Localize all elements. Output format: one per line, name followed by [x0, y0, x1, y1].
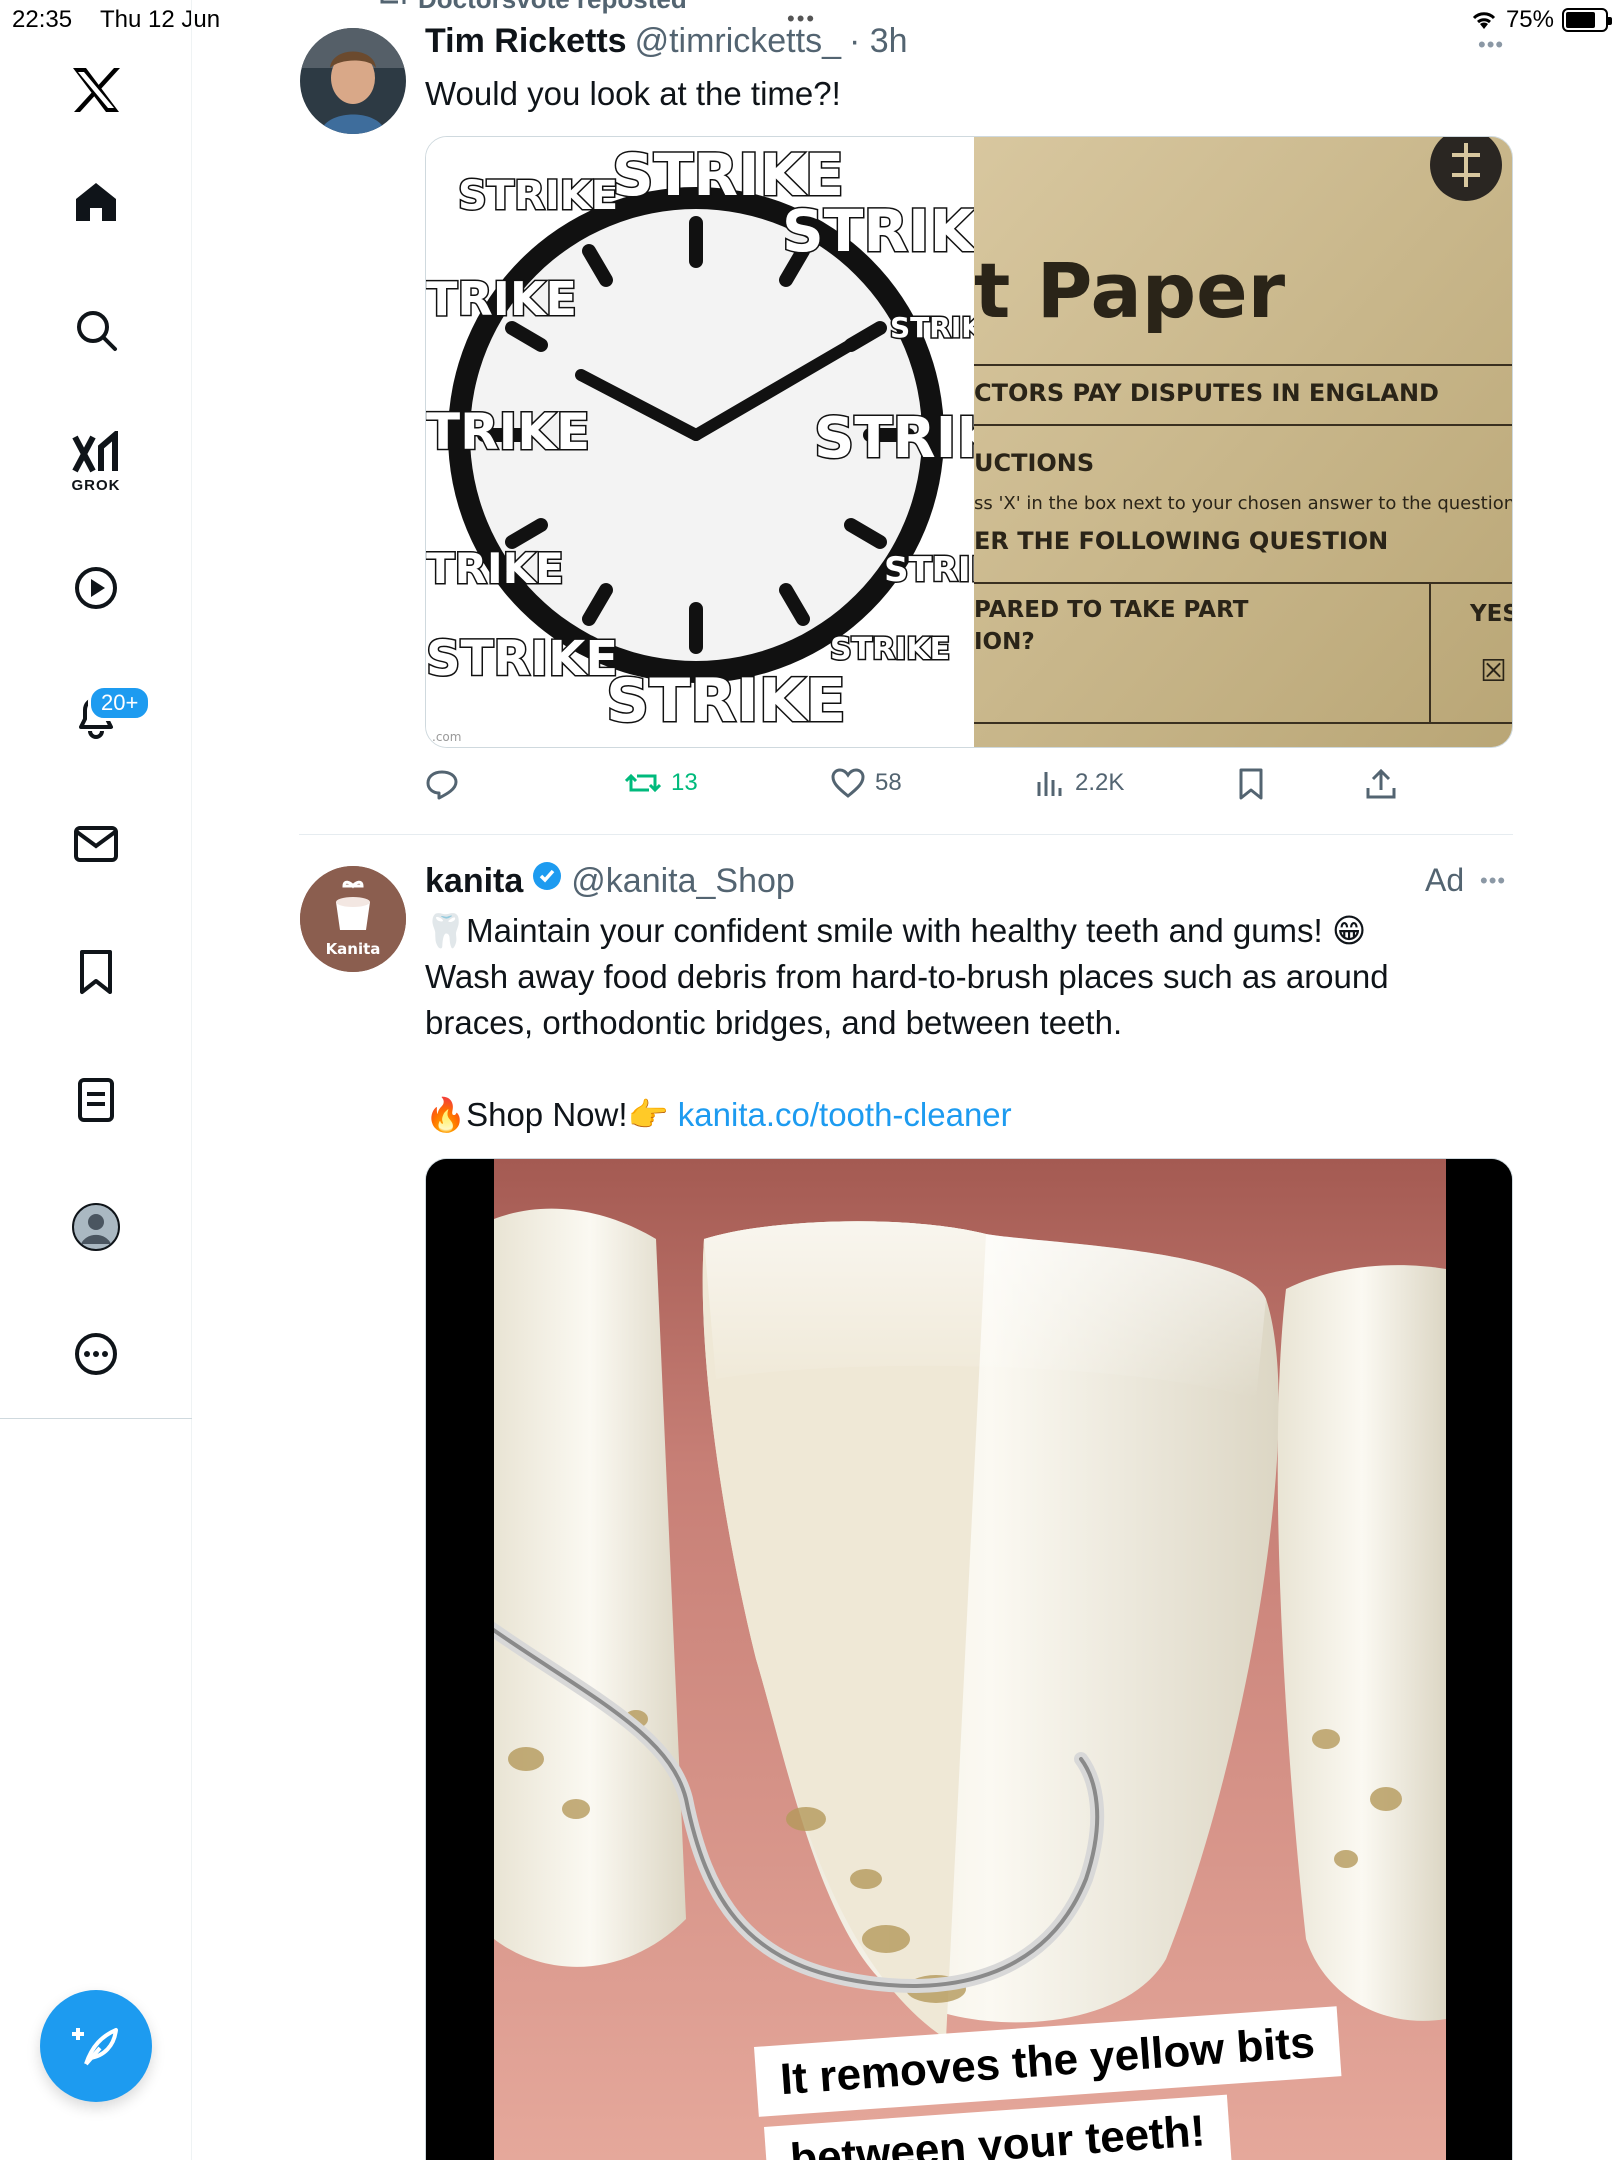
messages-icon[interactable]: [0, 820, 192, 868]
tweet2-shop-prefix: 🔥Shop Now!👉: [425, 1096, 678, 1133]
tweet2-video[interactable]: It removes the yellow bits between your …: [425, 1158, 1513, 2160]
like-button[interactable]: 58: [831, 768, 902, 798]
repost-icon: [380, 0, 406, 4]
reply-button[interactable]: [425, 768, 459, 800]
x-logo-icon[interactable]: [0, 62, 192, 118]
tweet2-line-3: braces, orthodontic bridges, and between…: [425, 1004, 1123, 1041]
tweet2-shop-link[interactable]: kanita.co/tooth-cleaner: [678, 1096, 1012, 1133]
clock-word: STRIKE: [830, 632, 950, 667]
paper-subtitle: CTORS PAY DISPUTES IN ENGLAND: [974, 379, 1439, 407]
tweet2-text: 🦷Maintain your confident smile with heal…: [425, 908, 1389, 1138]
repost-icon: [625, 773, 661, 793]
tweet1-actions: 13 58 2.2K: [425, 768, 1425, 808]
repost-banner-text: Doctorsvote reposted: [418, 0, 687, 15]
more-icon[interactable]: [0, 1330, 192, 1378]
clock-word: TRIKE: [426, 544, 564, 593]
views-count: 2.2K: [1075, 769, 1125, 796]
clock-word: TRIKE: [426, 403, 590, 461]
search-icon[interactable]: [0, 306, 192, 354]
clock-word: STRIKE: [458, 173, 618, 219]
like-count: 58: [875, 769, 902, 796]
bookmarks-icon[interactable]: [0, 948, 192, 996]
tweet2-header: kanita @kanita_Shop: [425, 860, 795, 901]
paper-yes: YES: [1469, 601, 1513, 627]
tweet2-more-icon[interactable]: •••: [1480, 868, 1506, 894]
notifications-badge: 20+: [88, 685, 152, 721]
grok-nav[interactable]: GROK: [0, 424, 192, 500]
grok-icon: [72, 430, 118, 472]
share-icon: [1366, 768, 1396, 799]
tweet1-media[interactable]: STRIKE STRIKE STRIKE TRIKE STRIK TRIKE S…: [425, 136, 1513, 748]
grok-label: GROK: [71, 476, 121, 494]
bookmark-button[interactable]: [1237, 768, 1265, 800]
heart-icon: [831, 768, 865, 798]
home-icon[interactable]: [0, 178, 192, 226]
reply-icon: [426, 770, 458, 800]
verified-badge-icon: [533, 862, 562, 890]
tweet1-more-icon[interactable]: •••: [1478, 32, 1504, 58]
sidebar: GROK 20+: [0, 0, 192, 2160]
video-icon[interactable]: [0, 564, 192, 612]
tweet2-author-handle[interactable]: @kanita_Shop: [571, 862, 795, 901]
paper-question-2: ION?: [974, 629, 1035, 655]
repost-banner: Doctorsvote reposted: [378, 0, 687, 15]
paper-question-1: PARED TO TAKE PART: [974, 597, 1249, 623]
views-icon: [1037, 772, 1062, 796]
share-button[interactable]: [1365, 768, 1397, 800]
tweet1-text: Would you look at the time?!: [425, 75, 841, 112]
tweet1-author-name[interactable]: Tim Ricketts: [425, 22, 627, 61]
clock-word: STRIKE: [426, 631, 618, 687]
tweet2-line-1: 🦷Maintain your confident smile with heal…: [425, 912, 1367, 949]
clock-word: STRIK: [890, 311, 984, 344]
clock-footer: .com: [432, 730, 461, 744]
tweet-separator: [299, 834, 1513, 835]
repost-count: 13: [671, 769, 698, 796]
repost-button[interactable]: 13: [625, 768, 698, 798]
ad-label: Ad: [1425, 862, 1465, 898]
tweet1-header: Tim Ricketts @timricketts_ · 3h: [425, 22, 908, 61]
paper-title: t Paper: [974, 246, 1286, 335]
tweet2-author-name[interactable]: kanita: [425, 862, 523, 901]
tweet1-time[interactable]: · 3h: [849, 22, 908, 61]
profile-avatar-icon[interactable]: [0, 1202, 192, 1252]
paper-instruction: ss 'X' in the box next to your chosen an…: [974, 493, 1513, 514]
tim-ricketts-avatar[interactable]: [300, 28, 406, 134]
compose-feather-icon: [72, 2028, 118, 2066]
paper-section: UCTIONS: [974, 449, 1094, 477]
tweet1-author-handle[interactable]: @timricketts_: [635, 22, 841, 61]
kanita-avatar[interactable]: Kanita: [300, 866, 406, 972]
sidebar-divider: [0, 1418, 192, 1419]
tweet2-shop-line: 🔥Shop Now!👉 kanita.co/tooth-cleaner: [425, 1092, 1389, 1138]
compose-button[interactable]: [40, 1990, 152, 2102]
bookmark-icon: [1239, 768, 1263, 800]
tweet2-line-2: Wash away food debris from hard-to-brush…: [425, 958, 1389, 995]
views-button[interactable]: 2.2K: [1035, 768, 1124, 798]
tweet1-media-image: STRIKE STRIKE STRIKE TRIKE STRIK TRIKE S…: [426, 137, 1513, 747]
paper-question-header: ER THE FOLLOWING QUESTION: [974, 527, 1388, 555]
clock-word: STRIKE: [606, 666, 846, 736]
clock-word: TRIKE: [426, 272, 577, 326]
paper-mark: ☒: [1480, 654, 1507, 689]
lists-icon[interactable]: [0, 1076, 192, 1124]
tweet2-video-frame: [426, 1159, 1512, 2160]
kanita-avatar-text: Kanita: [326, 940, 381, 958]
